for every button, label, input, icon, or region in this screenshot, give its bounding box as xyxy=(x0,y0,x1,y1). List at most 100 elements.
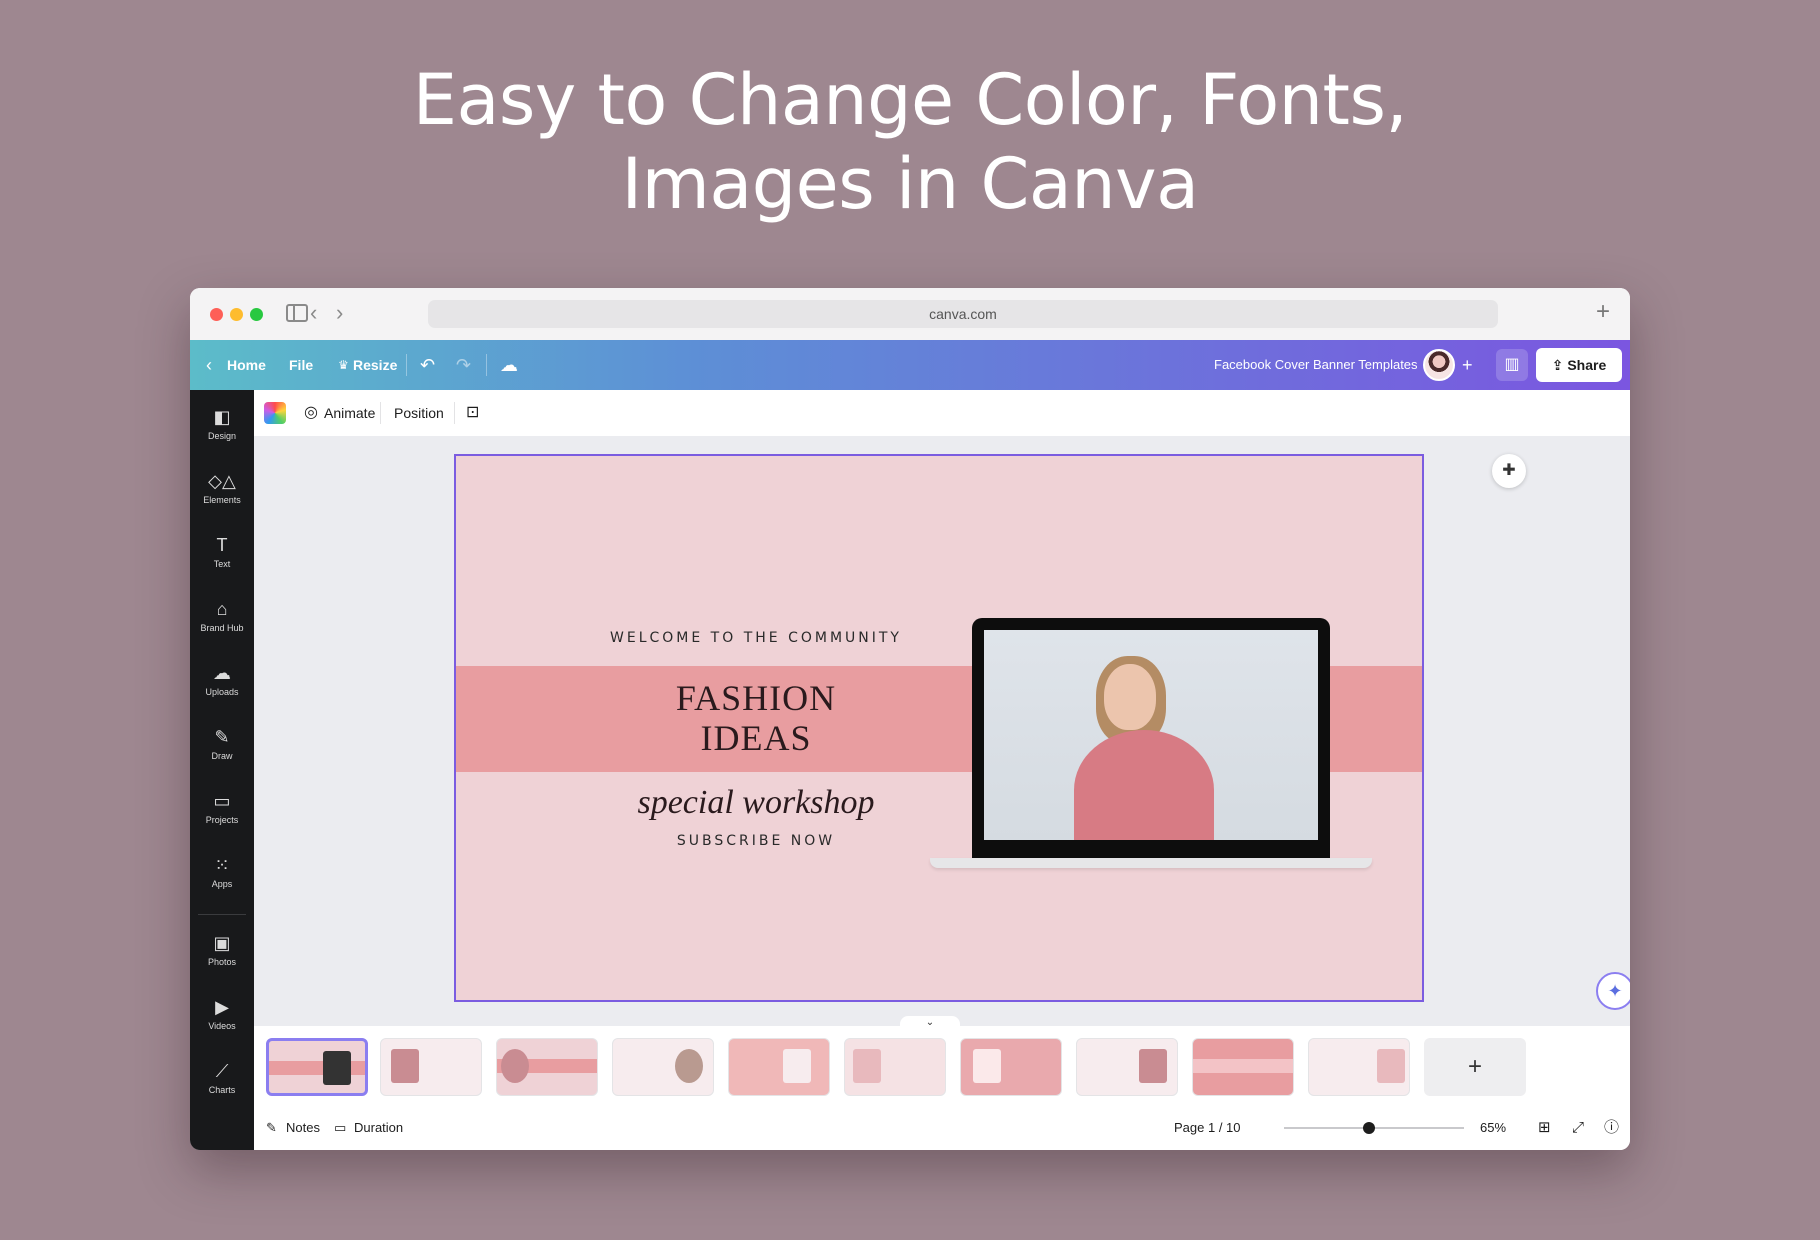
laptop-mockup[interactable] xyxy=(972,618,1330,858)
page-indicator[interactable]: Page 1 / 10 xyxy=(1174,1106,1241,1150)
sidebar-item-design[interactable]: ◧ Design xyxy=(190,398,254,454)
user-avatar[interactable] xyxy=(1423,349,1455,381)
sidebar-item-label: Projects xyxy=(205,815,239,825)
brand-hub-icon: ⌂ xyxy=(216,599,228,619)
insights-chart-icon[interactable]: ▥ xyxy=(1496,349,1528,381)
subscribe-text[interactable]: SUBSCRIBE NOW xyxy=(456,833,1056,849)
page-thumbnail[interactable] xyxy=(1076,1038,1178,1096)
close-window-button[interactable] xyxy=(210,308,223,321)
page-thumbnail[interactable] xyxy=(728,1038,830,1096)
browser-chrome: ‹ › canva.com + xyxy=(190,288,1630,341)
forward-icon[interactable]: › xyxy=(336,300,343,326)
magic-sparkle-icon[interactable]: ✦ xyxy=(1596,972,1630,1010)
resize-button[interactable]: Resize xyxy=(353,340,397,390)
page-thumbnail[interactable] xyxy=(844,1038,946,1096)
sidebar-item-apps[interactable]: ⁙ Apps xyxy=(190,846,254,902)
document-title[interactable]: Facebook Cover Banner Templates xyxy=(1214,340,1418,390)
notes-button[interactable]: Notes xyxy=(286,1106,320,1150)
zoom-slider-handle[interactable] xyxy=(1363,1122,1375,1134)
header-divider xyxy=(406,354,407,376)
toolbar-divider xyxy=(380,402,381,424)
sidebar-item-label: Design xyxy=(207,431,236,441)
thumbnail-image xyxy=(973,1049,1001,1083)
page-thumbnail[interactable] xyxy=(266,1038,368,1096)
share-icon: ⇪ xyxy=(1551,357,1568,373)
duration-button[interactable]: Duration xyxy=(354,1106,403,1150)
sidebar-item-text[interactable]: T Text xyxy=(190,526,254,582)
page-thumbnail[interactable] xyxy=(1308,1038,1410,1096)
thumbnail-band xyxy=(1193,1059,1293,1073)
page-thumbnail[interactable] xyxy=(612,1038,714,1096)
heading-line-2: IDEAS xyxy=(700,718,812,758)
share-button[interactable]: ⇪ Share xyxy=(1536,348,1622,382)
address-bar[interactable]: canva.com xyxy=(428,300,1498,328)
thumbnail-image xyxy=(501,1049,529,1083)
maximize-window-button[interactable] xyxy=(250,308,263,321)
page-thumbnail[interactable] xyxy=(1192,1038,1294,1096)
position-button[interactable]: Position xyxy=(394,390,444,436)
minimize-window-button[interactable] xyxy=(230,308,243,321)
grid-view-icon[interactable]: ⊞ xyxy=(1538,1106,1551,1150)
thumbnail-image xyxy=(1139,1049,1167,1083)
videos-icon: ▶ xyxy=(215,997,229,1017)
model-photo[interactable] xyxy=(984,630,1318,840)
notes-icon: ✎ xyxy=(266,1120,277,1135)
sidebar-divider xyxy=(198,914,246,915)
sidebar-toggle-icon[interactable] xyxy=(286,304,308,322)
sidebar-item-label: Brand Hub xyxy=(200,623,244,633)
file-menu-button[interactable]: File xyxy=(289,340,313,390)
share-label: Share xyxy=(1567,357,1607,373)
page-thumbnail[interactable] xyxy=(496,1038,598,1096)
sidebar-item-label: Charts xyxy=(208,1085,236,1095)
thumbnail-image xyxy=(1377,1049,1405,1083)
laptop-base xyxy=(930,858,1372,868)
projects-icon: ▭ xyxy=(213,791,231,811)
help-icon[interactable]: ⓘ xyxy=(1604,1106,1619,1150)
background-color-swatch[interactable] xyxy=(264,402,286,424)
design-canvas[interactable]: WELCOME TO THE COMMUNITY FASHION IDEAS s… xyxy=(454,454,1424,1002)
sidebar-item-brand-hub[interactable]: ⌂ Brand Hub xyxy=(190,590,254,646)
thumbnail-image xyxy=(853,1049,881,1083)
add-page-button[interactable]: + xyxy=(1424,1038,1526,1096)
model-sweater xyxy=(1074,730,1214,840)
sidebar-item-projects[interactable]: ▭ Projects xyxy=(190,782,254,838)
back-icon[interactable]: ‹ xyxy=(310,300,317,326)
page-thumbnail[interactable] xyxy=(380,1038,482,1096)
editor-header: ‹ Home File ♛ Resize ↶ ↷ ☁ Facebook Cove… xyxy=(190,340,1630,390)
sidebar-item-label: Elements xyxy=(203,495,241,505)
fashion-ideas-heading[interactable]: FASHION IDEAS xyxy=(456,678,1056,758)
add-comment-icon[interactable]: ✚ xyxy=(1492,454,1526,488)
undo-icon[interactable]: ↶ xyxy=(420,340,435,390)
fullscreen-icon[interactable]: ⤢ xyxy=(1572,1106,1584,1150)
welcome-text[interactable]: WELCOME TO THE COMMUNITY xyxy=(456,630,1056,646)
sidebar-item-label: Text xyxy=(213,559,231,569)
page-thumbnail[interactable] xyxy=(960,1038,1062,1096)
sidebar-item-videos[interactable]: ▶ Videos xyxy=(190,988,254,1044)
uploads-icon: ☁ xyxy=(213,663,231,683)
cloud-saved-icon[interactable]: ☁ xyxy=(500,340,518,390)
sidebar-item-charts[interactable]: ⟋ Charts xyxy=(190,1052,254,1108)
redo-icon[interactable]: ↷ xyxy=(456,340,471,390)
chevron-left-icon[interactable]: ‹ xyxy=(206,340,212,390)
text-icon: T xyxy=(216,535,228,555)
design-icon: ◧ xyxy=(213,407,231,427)
zoom-level[interactable]: 65% xyxy=(1480,1106,1506,1150)
add-collaborator-icon[interactable]: + xyxy=(1462,340,1473,390)
headline-line-2: Images in Canva xyxy=(621,143,1199,225)
heading-line-1: FASHION xyxy=(675,678,837,718)
sidebar-item-label: Videos xyxy=(208,1021,236,1031)
draw-icon: ✎ xyxy=(214,727,230,747)
special-workshop-text[interactable]: special workshop xyxy=(456,784,1056,822)
sidebar-item-label: Apps xyxy=(211,879,233,889)
home-button[interactable]: Home xyxy=(227,340,266,390)
sidebar-item-photos[interactable]: ▣ Photos xyxy=(190,924,254,980)
lock-icon[interactable]: ⊡ xyxy=(466,390,479,436)
toolbar-divider xyxy=(454,402,455,424)
photos-icon: ▣ xyxy=(213,933,231,953)
sidebar-item-draw[interactable]: ✎ Draw xyxy=(190,718,254,774)
page-thumbnails: + xyxy=(254,1026,1630,1106)
sidebar-item-elements[interactable]: ◇△ Elements xyxy=(190,462,254,518)
animate-button[interactable]: Animate xyxy=(324,390,375,436)
new-tab-icon[interactable]: + xyxy=(1596,298,1610,326)
sidebar-item-uploads[interactable]: ☁ Uploads xyxy=(190,654,254,710)
